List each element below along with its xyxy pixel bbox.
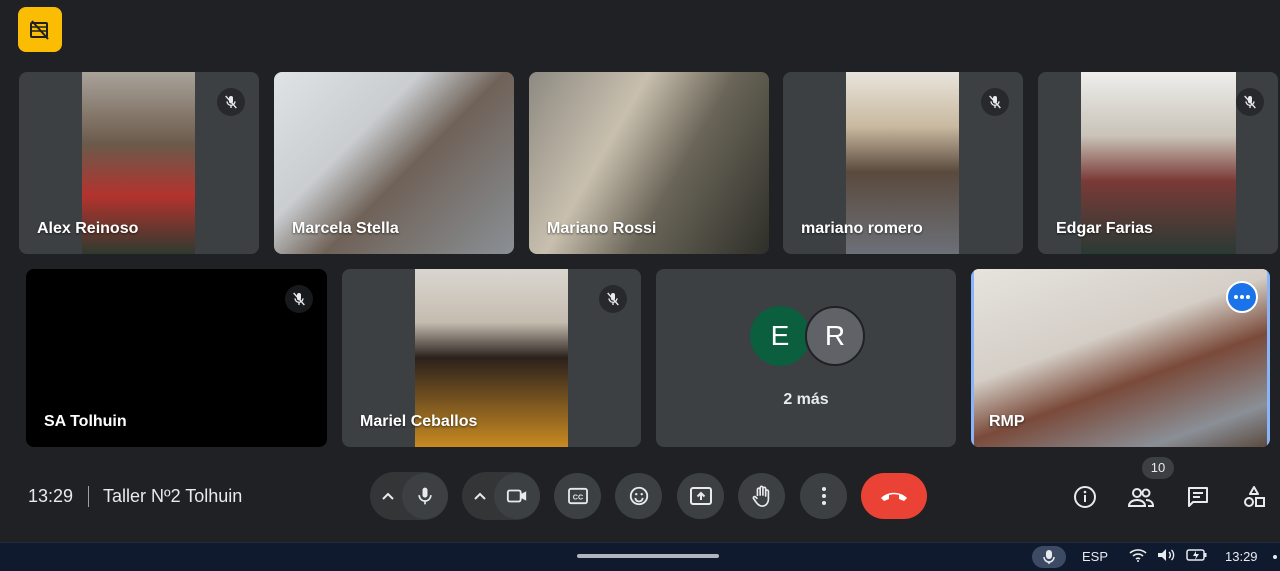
- participant-tile[interactable]: SA Tolhuin: [26, 269, 327, 447]
- more-vertical-icon: [821, 487, 826, 505]
- more-options-button[interactable]: [800, 473, 847, 519]
- participant-tile[interactable]: Marcela Stella: [274, 72, 514, 254]
- recording-notice-badge[interactable]: [18, 7, 62, 52]
- activities-icon[interactable]: [1238, 481, 1270, 513]
- meeting-time: 13:29: [28, 486, 74, 506]
- avatar: E: [750, 306, 810, 366]
- hand-icon: [752, 485, 769, 507]
- participant-name: SA Tolhuin: [44, 413, 127, 430]
- chevron-up-icon[interactable]: [372, 472, 404, 520]
- mic-icon[interactable]: [1032, 546, 1066, 568]
- system-clock: 13:29: [1225, 549, 1258, 564]
- raise-hand-button[interactable]: [738, 473, 785, 519]
- chat-icon[interactable]: [1182, 481, 1214, 513]
- overflow-participants-tile[interactable]: E R 2 más: [656, 269, 956, 447]
- participant-name: Edgar Farias: [1056, 220, 1153, 237]
- end-call-button[interactable]: [861, 473, 927, 519]
- mic-control-group: [370, 472, 448, 520]
- mic-off-icon: [981, 88, 1009, 116]
- mic-off-icon: [217, 88, 245, 116]
- overflow-count-label: 2 más: [783, 391, 829, 408]
- smiley-icon: [629, 486, 648, 506]
- closed-captions-icon: CC: [567, 487, 588, 505]
- hang-up-icon: [881, 492, 907, 501]
- divider: [88, 486, 89, 507]
- battery-icon: [1186, 548, 1208, 567]
- svg-text:CC: CC: [572, 493, 582, 502]
- video-camera-icon: [506, 489, 527, 503]
- captions-button[interactable]: CC: [554, 473, 601, 519]
- participant-tile[interactable]: Mariano Rossi: [529, 72, 769, 254]
- mic-icon: [418, 487, 432, 505]
- status-dot: [1273, 555, 1277, 559]
- volume-icon: [1157, 548, 1177, 567]
- more-options-icon[interactable]: [1226, 281, 1258, 313]
- mic-off-icon: [599, 285, 627, 313]
- wifi-icon: [1129, 548, 1147, 567]
- participant-tile[interactable]: Edgar Farias: [1038, 72, 1278, 254]
- present-button[interactable]: [677, 473, 724, 519]
- participant-name: Mariel Ceballos: [360, 413, 478, 430]
- keyboard-language[interactable]: ESP: [1082, 549, 1108, 564]
- present-screen-icon: [689, 487, 712, 505]
- mic-button[interactable]: [402, 473, 448, 519]
- shelf-handle[interactable]: [577, 554, 719, 558]
- participant-name: Marcela Stella: [292, 220, 399, 237]
- camera-control-group: [462, 472, 540, 520]
- participant-tile[interactable]: Mariel Ceballos: [342, 269, 641, 447]
- people-icon[interactable]: [1125, 481, 1157, 513]
- participant-name: Alex Reinoso: [37, 220, 139, 237]
- mic-off-icon: [285, 285, 313, 313]
- participant-count-badge: 10: [1142, 457, 1174, 479]
- participant-tile[interactable]: mariano romero: [783, 72, 1023, 254]
- participant-name: RMP: [989, 413, 1025, 430]
- participant-name: mariano romero: [801, 220, 923, 237]
- avatar: R: [805, 306, 865, 366]
- emoji-button[interactable]: [615, 473, 662, 519]
- participant-tile-self[interactable]: RMP: [971, 269, 1270, 447]
- info-icon[interactable]: [1069, 481, 1101, 513]
- mic-off-icon: [1236, 88, 1264, 116]
- meeting-title: Taller Nº2 Tolhuin: [103, 486, 243, 506]
- participant-name: Mariano Rossi: [547, 220, 657, 237]
- camera-button[interactable]: [494, 473, 540, 519]
- participant-tile[interactable]: Alex Reinoso: [19, 72, 259, 254]
- no-video-icon: [30, 19, 49, 40]
- chevron-up-icon[interactable]: [464, 472, 496, 520]
